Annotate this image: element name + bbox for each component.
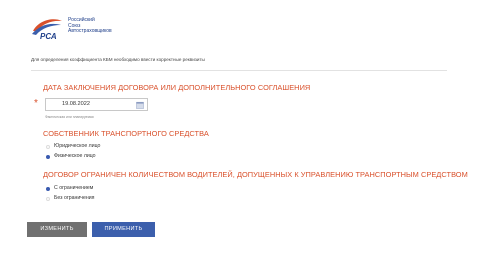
- owner-option-legal-label: Юридическое лицо: [54, 143, 101, 149]
- radio-unselected[interactable]: [46, 145, 50, 149]
- contract-date-input[interactable]: 19.08.2022: [45, 98, 148, 111]
- drivers-option-unlimited-label: Без ограничения: [54, 195, 95, 201]
- logo-line-3: Автостраховщиков: [68, 28, 112, 35]
- required-mark: *: [34, 98, 38, 109]
- kbm-form-page: РСА Российский Союз Автостраховщиков Для…: [0, 0, 480, 261]
- contract-date-title: ДАТА ЗАКЛЮЧЕНИЯ ДОГОВОРА ИЛИ ДОПОЛНИТЕЛЬ…: [43, 83, 311, 92]
- rsa-logo-mark: РСА: [32, 19, 62, 41]
- radio-selected[interactable]: [46, 187, 50, 191]
- drivers-title: ДОГОВОР ОГРАНИЧЕН КОЛИЧЕСТВОМ ВОДИТЕЛЕЙ,…: [43, 170, 468, 179]
- drivers-option-limited-label: С ограничением: [54, 185, 94, 191]
- apply-button[interactable]: ПРИМЕНИТЬ: [92, 222, 155, 237]
- logo-abbrev: РСА: [40, 32, 57, 41]
- logo-text: Российский Союз Автостраховщиков: [68, 17, 112, 35]
- change-button[interactable]: ИЗМЕНИТЬ: [27, 222, 87, 237]
- radio-selected[interactable]: [46, 155, 50, 159]
- contract-date-value: 19.08.2022: [62, 101, 90, 107]
- radio-unselected[interactable]: [46, 197, 50, 201]
- calendar-icon[interactable]: [136, 101, 144, 109]
- intro-text: Для определения коэффициента КБМ необход…: [31, 57, 205, 62]
- rsa-logo[interactable]: РСА Российский Союз Автостраховщиков: [31, 14, 131, 46]
- contract-date-hint: Фактическая или планируемая: [45, 115, 94, 119]
- owner-option-individual-label: Физическое лицо: [54, 153, 96, 159]
- divider: [31, 70, 447, 71]
- owner-title: СОБСТВЕННИК ТРАНСПОРТНОГО СРЕДСТВА: [43, 129, 209, 138]
